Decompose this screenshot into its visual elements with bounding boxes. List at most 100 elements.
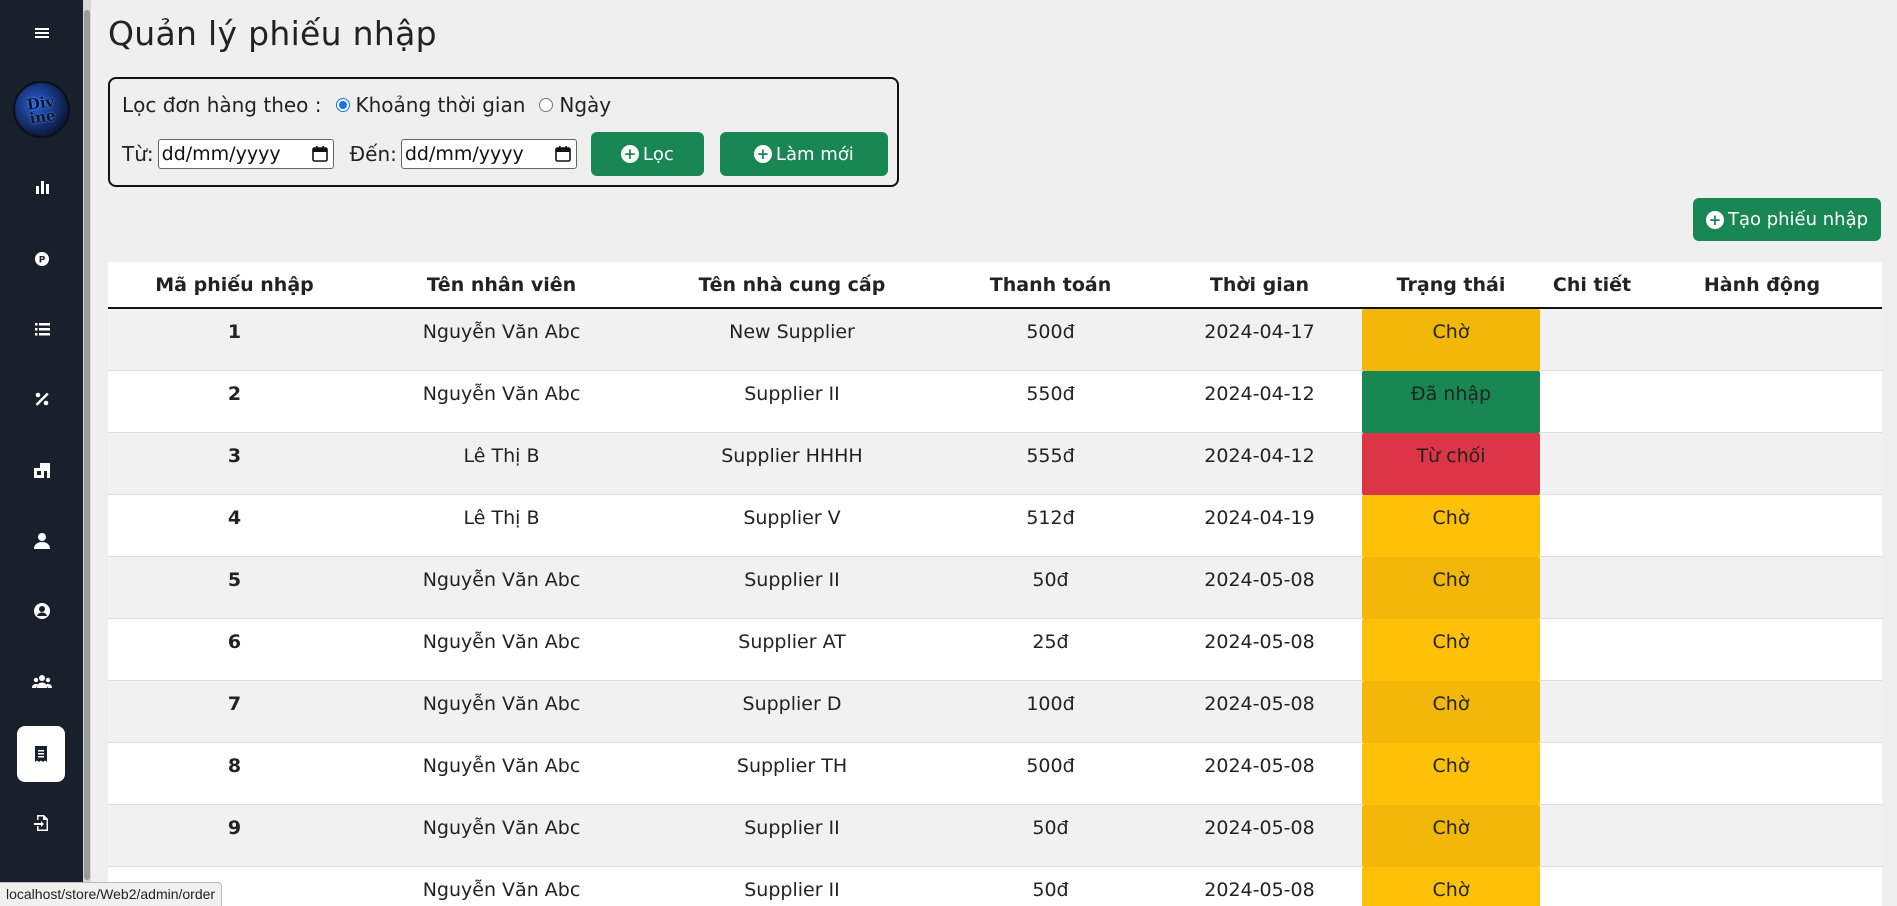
cell-employee: Nguyễn Văn Abc [422,631,581,653]
cell-action[interactable] [1642,743,1882,755]
table-row[interactable]: 4 Lê Thị B Supplier V 512đ 2024-04-19 Chờ [108,495,1882,557]
menu-icon [34,28,49,38]
from-date-input[interactable]: dd/mm/yyyy [157,139,334,169]
calendar-icon[interactable] [554,145,572,163]
filter-range-radio[interactable]: Khoảng thời gian [335,93,525,117]
table-row[interactable]: 1 Nguyễn Văn Abc New Supplier 500đ 2024-04-1… [108,309,1882,371]
table-row[interactable]: 9 Nguyễn Văn Abc Supplier II 50đ 2024-05-08 C… [108,805,1882,867]
sidebar-item-employees[interactable] [0,513,83,569]
cell-payment: 555đ [1026,445,1075,467]
filter-button[interactable]: + Lọc [590,132,704,176]
cell-status: Chờ [1360,557,1542,619]
filter-day-label: Ngày [559,93,612,117]
cell-id: 4 [227,507,242,529]
sidebar-item-import-orders[interactable] [17,726,65,782]
cell-supplier: Supplier II [744,817,840,839]
sidebar-item-categories[interactable] [0,301,83,357]
header-payment[interactable]: Thanh toán [942,274,1159,296]
cell-employee: Nguyễn Văn Abc [422,755,581,777]
header-detail[interactable]: Chi tiết [1542,274,1642,296]
cell-detail[interactable] [1542,681,1642,693]
status-badge: Từ chối [1362,433,1540,495]
status-badge: Chờ [1362,805,1540,867]
avatar-logo: Div ine [25,91,57,128]
cell-action[interactable] [1642,557,1882,569]
coin-icon: P [34,252,49,266]
sidebar-item-warehouse[interactable] [0,442,83,498]
cell-status: Chờ [1360,867,1542,906]
table-row[interactable]: 6 Nguyễn Văn Abc Supplier AT 25đ 2024-05-08 C… [108,619,1882,681]
table-row[interactable]: 5 Nguyễn Văn Abc Supplier II 50đ 2024-05-08 C… [108,557,1882,619]
cell-detail[interactable] [1542,743,1642,755]
cell-detail[interactable] [1542,557,1642,569]
cell-action[interactable] [1642,371,1882,383]
calendar-icon[interactable] [311,145,329,163]
cell-supplier: Supplier V [743,507,841,529]
avatar[interactable]: Div ine [13,81,70,138]
cell-payment: 50đ [1032,817,1069,839]
cell-action[interactable] [1642,495,1882,507]
sidebar-item-logout[interactable] [0,795,83,851]
table-row[interactable]: 3 Lê Thị B Supplier HHHH 555đ 2024-04-12 Từ c… [108,433,1882,495]
cell-time: 2024-05-08 [1204,631,1315,653]
cell-action[interactable] [1642,681,1882,693]
list-icon [34,323,50,336]
cell-action[interactable] [1642,619,1882,631]
from-label: Từ: [122,142,154,166]
cell-action[interactable] [1642,433,1882,445]
scrollbar-thumb[interactable] [84,10,90,880]
table-row[interactable]: 8 Nguyễn Văn Abc Supplier TH 500đ 2024-05-08… [108,743,1882,805]
cell-detail[interactable] [1542,805,1642,817]
to-date-input[interactable]: dd/mm/yyyy [400,139,577,169]
create-import-button[interactable]: + Tạo phiếu nhập [1693,198,1881,241]
header-time[interactable]: Thời gian [1159,274,1360,296]
cell-supplier: Supplier II [744,569,840,591]
reset-button-label: Làm mới [775,143,854,165]
cell-id: 8 [227,755,242,777]
cell-detail[interactable] [1542,433,1642,445]
reset-button[interactable]: + Làm mới [719,132,888,176]
cell-detail[interactable] [1542,309,1642,321]
menu-toggle-button[interactable] [0,5,83,61]
user-icon [33,533,50,549]
sidebar-item-users[interactable] [0,654,83,710]
status-badge: Chờ [1362,309,1540,371]
page-title: Quản lý phiếu nhập [108,14,437,53]
sidebar: Div ine P [0,0,83,906]
header-supplier[interactable]: Tên nhà cung cấp [642,274,942,296]
cell-action[interactable] [1642,867,1882,879]
filter-day-radio[interactable]: Ngày [539,93,611,117]
table-row[interactable]: 7 Nguyễn Văn Abc Supplier D 100đ 2024-05-08 C… [108,681,1882,743]
cell-action[interactable] [1642,805,1882,817]
header-status[interactable]: Trạng thái [1360,274,1542,296]
cell-detail[interactable] [1542,371,1642,383]
sidebar-scrollbar[interactable] [83,0,91,906]
cell-supplier: Supplier II [744,383,840,405]
cell-action[interactable] [1642,309,1882,321]
radio-selected-icon[interactable] [335,98,350,112]
filter-panel: Lọc đơn hàng theo : Khoảng thời gian Ngà… [108,77,899,187]
cell-detail[interactable] [1542,619,1642,631]
table-row[interactable]: 2 Nguyễn Văn Abc Supplier II 550đ 2024-04-12… [108,371,1882,433]
header-id[interactable]: Mã phiếu nhập [108,274,361,296]
radio-unselected-icon[interactable] [539,98,554,112]
cell-time: 2024-04-12 [1204,445,1315,467]
cell-employee: Lê Thị B [463,507,540,529]
user-circle-icon [33,603,50,619]
cell-time: 2024-04-17 [1204,321,1315,343]
cell-payment: 500đ [1026,321,1075,343]
sidebar-item-statistics[interactable] [0,159,83,215]
status-badge: Đã nhập [1362,371,1540,433]
header-employee[interactable]: Tên nhân viên [361,274,642,296]
header-action[interactable]: Hành động [1642,274,1882,296]
cell-supplier: Supplier TH [736,755,848,777]
cell-detail[interactable] [1542,495,1642,507]
sidebar-item-discounts[interactable] [0,371,83,427]
cell-time: 2024-05-08 [1204,693,1315,715]
sidebar-item-customers[interactable] [0,583,83,639]
cell-detail[interactable] [1542,867,1642,879]
sidebar-item-products[interactable]: P [0,231,83,287]
table-row[interactable]: Nguyễn Văn Abc Supplier II 50đ 2024-05-08 Ch… [108,867,1882,906]
cell-employee: Nguyễn Văn Abc [422,817,581,839]
svg-text:P: P [38,256,45,266]
